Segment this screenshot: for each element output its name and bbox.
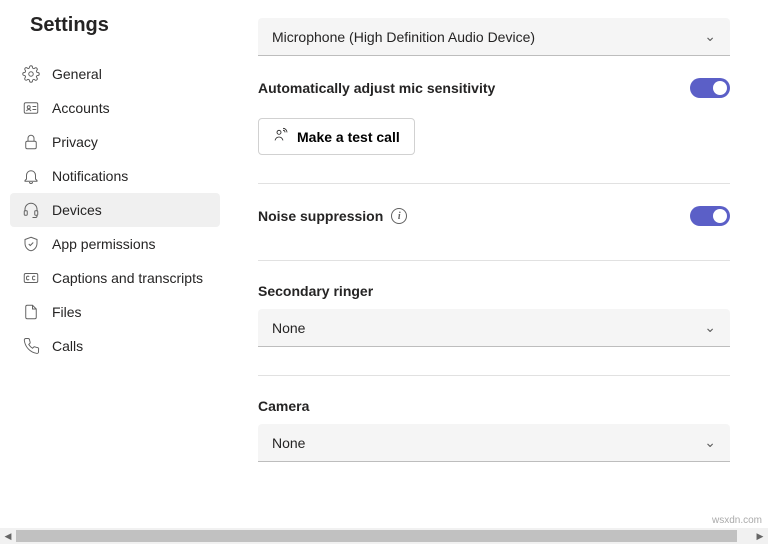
shield-icon bbox=[22, 235, 40, 253]
secondary-ringer-label: Secondary ringer bbox=[258, 283, 730, 299]
cc-icon bbox=[22, 269, 40, 287]
sidebar-item-general[interactable]: General bbox=[10, 57, 220, 91]
scroll-track[interactable] bbox=[16, 528, 752, 544]
divider bbox=[258, 375, 730, 376]
divider bbox=[258, 260, 730, 261]
sidebar-item-label: Files bbox=[52, 304, 82, 320]
sidebar-item-captions[interactable]: Captions and transcripts bbox=[10, 261, 220, 295]
page-title: Settings bbox=[0, 0, 230, 53]
auto-mic-toggle[interactable] bbox=[690, 78, 730, 98]
scroll-thumb[interactable] bbox=[16, 530, 737, 542]
phone-icon bbox=[22, 337, 40, 355]
chevron-down-icon: ⌄ bbox=[704, 28, 716, 45]
make-test-call-label: Make a test call bbox=[297, 129, 400, 145]
camera-select[interactable]: None ⌄ bbox=[258, 424, 730, 462]
microphone-select-value: Microphone (High Definition Audio Device… bbox=[272, 29, 535, 45]
noise-suppression-label: Noise suppression bbox=[258, 208, 383, 224]
sidebar-item-app-permissions[interactable]: App permissions bbox=[10, 227, 220, 261]
bell-icon bbox=[22, 167, 40, 185]
headset-icon bbox=[22, 201, 40, 219]
sidebar-item-privacy[interactable]: Privacy bbox=[10, 125, 220, 159]
secondary-ringer-value: None bbox=[272, 320, 305, 336]
scroll-left-arrow-icon[interactable]: ◀ bbox=[0, 528, 16, 544]
sidebar-item-calls[interactable]: Calls bbox=[10, 329, 220, 363]
settings-main: Microphone (High Definition Audio Device… bbox=[230, 0, 768, 528]
scroll-right-arrow-icon[interactable]: ▶ bbox=[752, 528, 768, 544]
gear-icon bbox=[22, 65, 40, 83]
sidebar-item-files[interactable]: Files bbox=[10, 295, 220, 329]
sidebar-item-notifications[interactable]: Notifications bbox=[10, 159, 220, 193]
lock-icon bbox=[22, 133, 40, 151]
info-icon[interactable]: i bbox=[391, 208, 407, 224]
auto-mic-label: Automatically adjust mic sensitivity bbox=[258, 80, 495, 96]
person-call-icon bbox=[273, 127, 289, 146]
watermark: wsxdn.com bbox=[712, 515, 762, 526]
noise-suppression-toggle[interactable] bbox=[690, 206, 730, 226]
sidebar-item-label: Devices bbox=[52, 202, 102, 218]
secondary-ringer-select[interactable]: None ⌄ bbox=[258, 309, 730, 347]
id-card-icon bbox=[22, 99, 40, 117]
camera-label: Camera bbox=[258, 398, 730, 414]
sidebar-item-label: Captions and transcripts bbox=[52, 270, 203, 286]
horizontal-scrollbar[interactable]: ◀ ▶ bbox=[0, 528, 768, 544]
sidebar-item-label: App permissions bbox=[52, 236, 156, 252]
sidebar-item-devices[interactable]: Devices bbox=[10, 193, 220, 227]
make-test-call-button[interactable]: Make a test call bbox=[258, 118, 415, 155]
microphone-select[interactable]: Microphone (High Definition Audio Device… bbox=[258, 18, 730, 56]
chevron-down-icon: ⌄ bbox=[704, 434, 716, 451]
sidebar-item-label: Notifications bbox=[52, 168, 128, 184]
chevron-down-icon: ⌄ bbox=[704, 319, 716, 336]
sidebar-item-label: Privacy bbox=[52, 134, 98, 150]
sidebar-item-label: Accounts bbox=[52, 100, 110, 116]
camera-value: None bbox=[272, 435, 305, 451]
sidebar-item-accounts[interactable]: Accounts bbox=[10, 91, 220, 125]
sidebar-item-label: Calls bbox=[52, 338, 83, 354]
settings-sidebar: General Accounts Privacy Notifications D… bbox=[0, 53, 230, 363]
file-icon bbox=[22, 303, 40, 321]
sidebar-item-label: General bbox=[52, 66, 102, 82]
